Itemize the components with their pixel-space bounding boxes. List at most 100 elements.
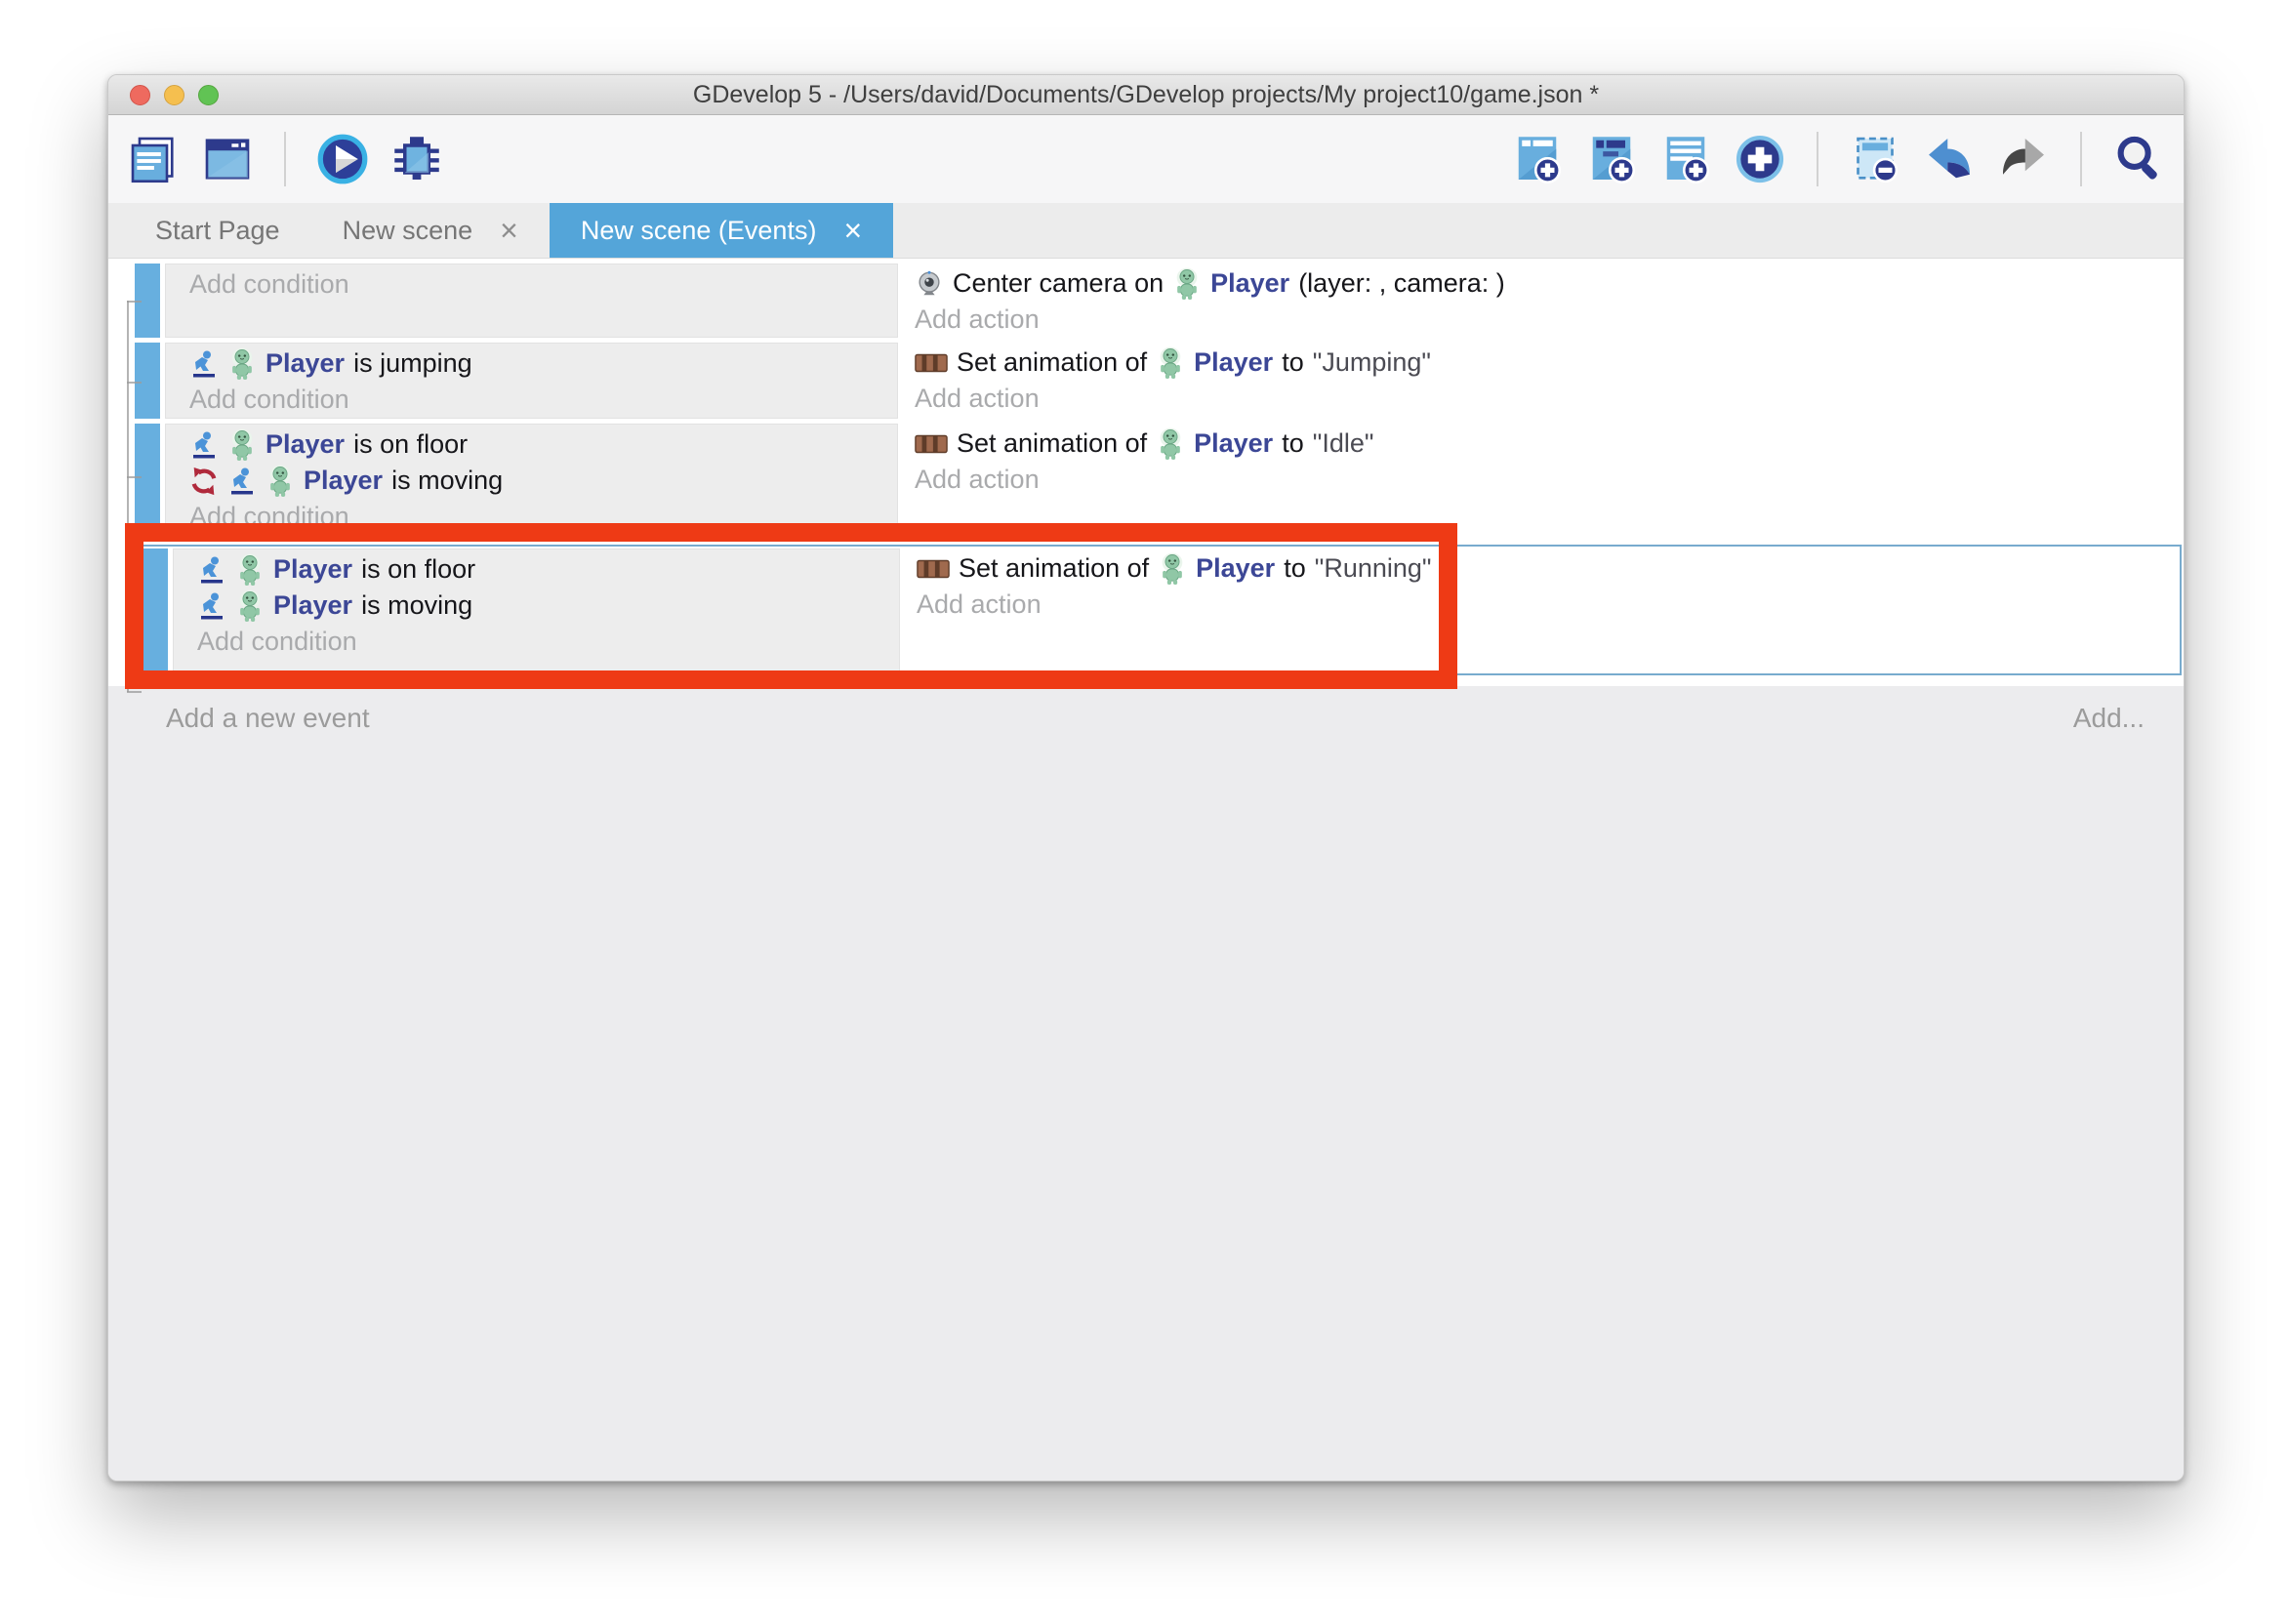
add-event-row: Add a new event Add... bbox=[108, 698, 2184, 739]
close-tab-icon[interactable]: × bbox=[843, 215, 862, 246]
object-name: Player bbox=[1194, 347, 1273, 378]
condition-is-on-floor[interactable]: Player is on floor bbox=[174, 551, 899, 588]
title-bar[interactable]: GDevelop 5 - /Users/david/Documents/GDev… bbox=[108, 75, 2184, 115]
invert-condition-icon bbox=[189, 467, 219, 496]
condition-is-on-floor[interactable]: Player is on floor bbox=[166, 426, 897, 463]
action-set-animation[interactable]: Set animation of Player to "Idle" bbox=[909, 426, 2184, 462]
actions-cell[interactable]: Set animation of Player to "Running" Add… bbox=[905, 548, 2180, 671]
event-row[interactable]: Player is jumping Add condition Set anim… bbox=[135, 343, 2184, 419]
add-subevent-button[interactable] bbox=[1582, 130, 1641, 188]
player-object-icon bbox=[227, 347, 257, 381]
event-row-selected[interactable]: Player is on floor Player is moving Add … bbox=[139, 545, 2182, 675]
condition-is-moving-inverted[interactable]: Player is moving bbox=[166, 463, 897, 499]
add-condition-button[interactable]: Add condition bbox=[166, 382, 897, 418]
player-object-icon bbox=[266, 465, 295, 498]
platformer-behavior-icon bbox=[197, 555, 226, 585]
event-drag-handle[interactable] bbox=[135, 424, 160, 536]
player-object-icon bbox=[227, 428, 257, 462]
event-drag-handle[interactable] bbox=[143, 548, 168, 671]
condition-text: is jumping bbox=[353, 348, 472, 379]
player-object-icon bbox=[1158, 552, 1187, 586]
add-condition-button[interactable]: Add condition bbox=[174, 624, 899, 660]
object-name: Player bbox=[266, 348, 345, 379]
platformer-behavior-icon bbox=[189, 349, 219, 379]
conditions-cell[interactable]: Player is jumping Add condition bbox=[165, 343, 898, 419]
debug-icon bbox=[389, 132, 444, 186]
toolbar-separator bbox=[2080, 132, 2082, 186]
player-object-icon bbox=[1156, 346, 1185, 380]
conditions-cell[interactable]: Player is on floor Player is moving Add … bbox=[165, 424, 898, 536]
add-comment-button[interactable] bbox=[1656, 130, 1715, 188]
actions-cell[interactable]: Center camera on Player (layer: , camera… bbox=[903, 264, 2184, 338]
action-params: (layer: , camera: ) bbox=[1298, 268, 1505, 299]
action-center-camera[interactable]: Center camera on Player (layer: , camera… bbox=[909, 265, 2184, 302]
add-new-button[interactable] bbox=[1731, 130, 1789, 188]
add-action-button[interactable]: Add action bbox=[909, 462, 2184, 498]
scene-editor-button[interactable] bbox=[198, 130, 257, 188]
toolbar-separator bbox=[1817, 132, 1818, 186]
zoom-window-button[interactable] bbox=[198, 85, 219, 105]
actions-cell[interactable]: Set animation of Player to "Idle" Add ac… bbox=[903, 424, 2184, 536]
animation-value: "Jumping" bbox=[1313, 347, 1431, 378]
action-text: Set animation of bbox=[957, 347, 1147, 378]
tab-label: New scene (Events) bbox=[581, 216, 817, 246]
add-action-button[interactable]: Add action bbox=[909, 381, 2184, 417]
object-name: Player bbox=[1196, 553, 1275, 584]
tab-new-scene-events[interactable]: New scene (Events) × bbox=[550, 203, 893, 258]
tab-bar: Start Page New scene × New scene (Events… bbox=[108, 203, 2184, 259]
redo-button[interactable] bbox=[1994, 130, 2053, 188]
add-event-button[interactable] bbox=[1508, 130, 1567, 188]
add-subevent-icon bbox=[1584, 132, 1639, 186]
redo-icon bbox=[1996, 132, 2051, 186]
add-action-button[interactable]: Add action bbox=[909, 302, 2184, 338]
object-name: Player bbox=[1194, 428, 1273, 459]
conditions-cell[interactable]: Player is on floor Player is moving Add … bbox=[173, 548, 900, 671]
event-row[interactable]: Add condition Center camera on Player (l… bbox=[135, 264, 2184, 338]
object-name: Player bbox=[273, 554, 352, 585]
conditions-cell[interactable]: Add condition bbox=[165, 264, 898, 338]
condition-is-jumping[interactable]: Player is jumping bbox=[166, 345, 897, 382]
event-row[interactable]: Player is on floor Player is moving Add … bbox=[135, 424, 2184, 536]
project-manager-button[interactable] bbox=[124, 130, 183, 188]
play-icon bbox=[315, 132, 370, 186]
debug-button[interactable] bbox=[388, 130, 446, 188]
event-drag-handle[interactable] bbox=[135, 343, 160, 419]
play-button[interactable] bbox=[313, 130, 372, 188]
window-controls bbox=[130, 85, 219, 105]
add-action-button[interactable]: Add action bbox=[911, 587, 2180, 623]
tab-new-scene[interactable]: New scene × bbox=[311, 203, 550, 258]
event-tree-line bbox=[127, 476, 142, 478]
animation-value: "Idle" bbox=[1313, 428, 1374, 459]
remove-event-button[interactable] bbox=[1846, 130, 1904, 188]
undo-button[interactable] bbox=[1920, 130, 1979, 188]
action-set-animation[interactable]: Set animation of Player to "Jumping" bbox=[909, 345, 2184, 381]
object-name: Player bbox=[273, 590, 352, 621]
add-comment-icon bbox=[1658, 132, 1713, 186]
add-new-event-button[interactable]: Add a new event bbox=[166, 703, 370, 734]
tab-label: New scene bbox=[343, 216, 473, 246]
add-condition-button[interactable]: Add condition bbox=[166, 499, 897, 535]
close-tab-icon[interactable]: × bbox=[500, 215, 518, 246]
actions-cell[interactable]: Set animation of Player to "Jumping" Add… bbox=[903, 343, 2184, 419]
remove-event-icon bbox=[1848, 132, 1902, 186]
object-name: Player bbox=[1210, 268, 1289, 299]
events-sheet: Add condition Center camera on Player (l… bbox=[108, 259, 2184, 686]
add-condition-button[interactable]: Add condition bbox=[166, 266, 897, 303]
player-object-icon bbox=[1156, 427, 1185, 461]
object-name: Player bbox=[266, 429, 345, 460]
undo-icon bbox=[1922, 132, 1977, 186]
close-window-button[interactable] bbox=[130, 85, 150, 105]
platformer-behavior-icon bbox=[227, 467, 257, 496]
condition-text: is on floor bbox=[353, 429, 468, 460]
animation-icon bbox=[915, 351, 948, 375]
search-button[interactable] bbox=[2109, 130, 2168, 188]
main-toolbar bbox=[108, 115, 2184, 203]
action-set-animation[interactable]: Set animation of Player to "Running" bbox=[911, 550, 2180, 587]
add-more-button[interactable]: Add... bbox=[2073, 703, 2145, 734]
search-icon bbox=[2111, 132, 2166, 186]
add-new-icon bbox=[1733, 132, 1787, 186]
event-tree-line bbox=[127, 301, 142, 303]
tab-start-page[interactable]: Start Page bbox=[124, 203, 311, 258]
minimize-window-button[interactable] bbox=[164, 85, 184, 105]
condition-is-moving[interactable]: Player is moving bbox=[174, 588, 899, 624]
